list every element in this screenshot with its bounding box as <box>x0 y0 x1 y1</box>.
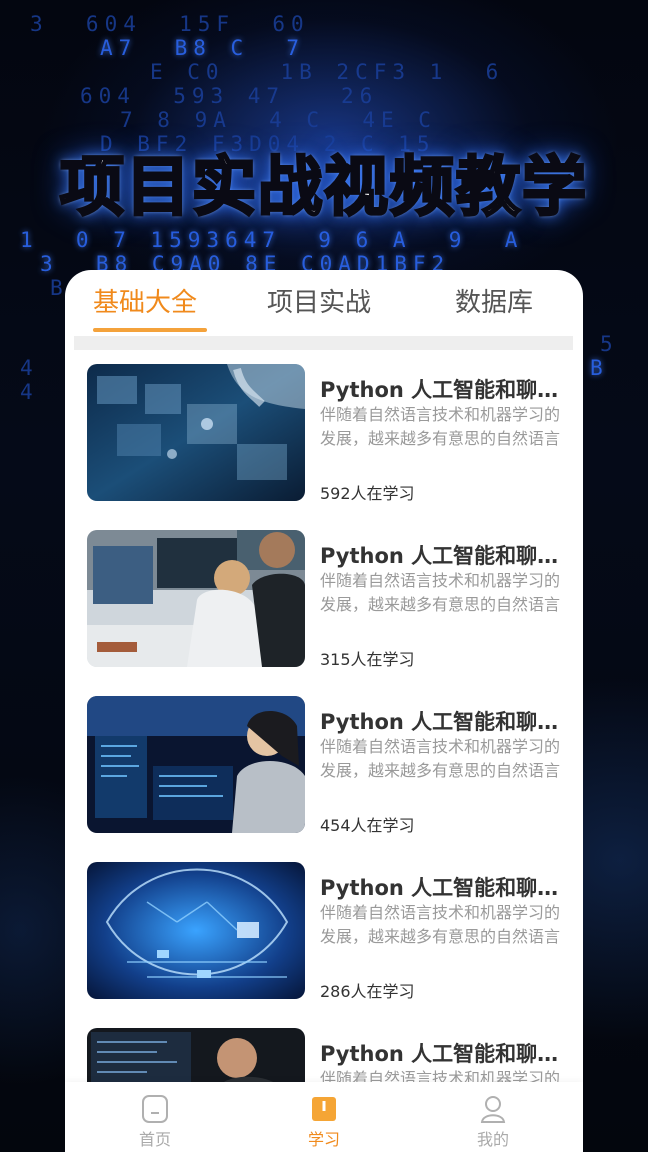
course-item[interactable]: Python 人工智能和聊天机器人 伴随着自然语言技术和机器学习的发展，越来越多… <box>65 682 583 835</box>
nav-label-home: 首页 <box>138 1130 171 1149</box>
book-icon <box>312 1097 336 1121</box>
learner-count: 592人在学习 <box>320 484 415 503</box>
divider <box>74 336 573 350</box>
tab-basics[interactable]: 基础大全 <box>93 282 197 319</box>
course-thumbnail <box>87 696 305 833</box>
tab-database[interactable]: 数据库 <box>455 282 533 319</box>
course-item[interactable]: Python 人工智能和聊天机器人 伴随着自然语言技术和机器学习的发展，越来越多… <box>65 848 583 1001</box>
course-title: Python 人工智能和聊天机器人 <box>320 378 570 402</box>
course-thumbnail <box>87 862 305 999</box>
user-icon <box>480 1096 506 1123</box>
course-thumbnail <box>87 364 305 501</box>
course-title: Python 人工智能和聊天机器人 <box>320 1042 570 1066</box>
course-title: Python 人工智能和聊天机器人 <box>320 876 570 900</box>
tab-projects[interactable]: 项目实战 <box>267 282 371 319</box>
home-icon <box>142 1095 168 1123</box>
course-item[interactable]: Python 人工智能和聊天机器人 伴随着自然语言技术和机器学习的发展，越来越多… <box>65 350 583 503</box>
course-description: 伴随着自然语言技术和机器学习的发展，越来越多有意思的自然语言小项目呈现在大家眼前 <box>320 737 561 780</box>
nav-label-study: 学习 <box>307 1130 340 1149</box>
course-description: 伴随着自然语言技术和机器学习的发展，越来越多有意思的自然语言小项目呈现在大家眼前 <box>320 405 561 448</box>
course-description: 伴随着自然语言技术和机器学习的发展，越来越多有意思的自然语言小项目呈现在大家眼前 <box>320 571 561 614</box>
learner-count: 286人在学习 <box>320 982 415 1001</box>
course-title: Python 人工智能和聊天机器人 <box>320 544 570 568</box>
course-card: 基础大全 项目实战 数据库 Python 人工智能和聊天 伴随着自然语言技术和机… <box>65 270 583 1152</box>
learner-count: 315人在学习 <box>320 650 415 669</box>
nav-home[interactable]: 首页 <box>95 1082 215 1152</box>
course-thumbnail <box>87 530 305 667</box>
bottom-navigation: 首页 学习 我的 <box>65 1082 583 1152</box>
nav-profile[interactable]: 我的 <box>433 1082 553 1152</box>
course-title: Python 人工智能和聊天机器人 <box>320 710 570 734</box>
course-item[interactable]: Python 人工智能和聊天机器人 伴随着自然语言技术和机器学习的发展，越来越多… <box>65 516 583 669</box>
nav-study[interactable]: 学习 <box>264 1082 384 1152</box>
learner-count: 454人在学习 <box>320 816 415 835</box>
category-tabs: 基础大全 项目实战 数据库 <box>65 270 583 336</box>
course-description: 伴随着自然语言技术和机器学习的发展，越来越多有意思的自然语言小项目呈现在大家眼前 <box>320 903 561 946</box>
banner-title: 项目实战视频教学 <box>59 150 588 227</box>
nav-label-profile: 我的 <box>476 1130 509 1149</box>
active-tab-indicator <box>93 328 207 332</box>
